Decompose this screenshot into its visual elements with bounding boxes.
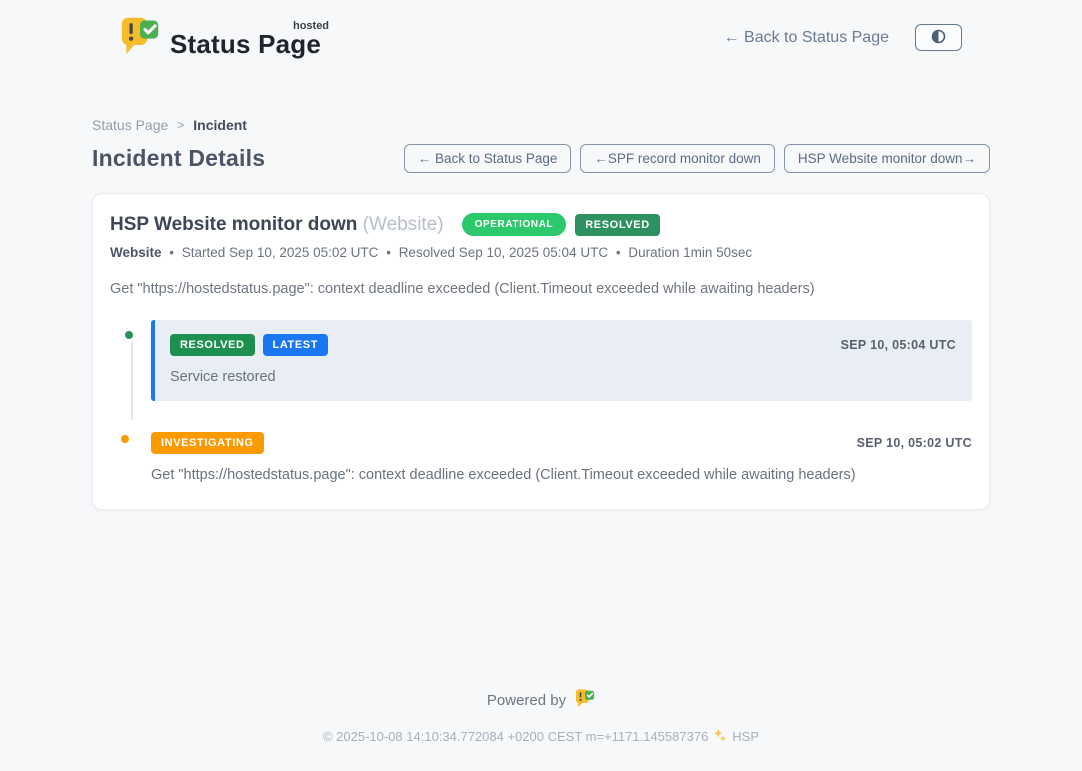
- timeline-entry-badges: INVESTIGATING: [151, 432, 264, 454]
- meta-duration: Duration 1min 50sec: [628, 245, 752, 260]
- meta-separator: •: [169, 245, 174, 260]
- timeline-entry-timestamp: SEP 10, 05:02 UTC: [857, 436, 972, 450]
- investigating-badge: INVESTIGATING: [151, 432, 264, 454]
- header: Status Page hosted ← Back to Status Page: [120, 0, 962, 60]
- latest-badge: LATEST: [263, 334, 329, 356]
- copyright-line: © 2025-10-08 14:10:34.772084 +0200 CEST …: [0, 728, 1082, 771]
- incident-description: Get "https://hostedstatus.page": context…: [110, 281, 972, 297]
- breadcrumb-status-page[interactable]: Status Page: [92, 117, 168, 133]
- meta-separator: •: [386, 245, 391, 260]
- next-incident-button[interactable]: HSP Website monitor down→: [784, 144, 990, 173]
- timeline-entry-investigating: INVESTIGATING SEP 10, 05:02 UTC Get "htt…: [151, 432, 972, 483]
- timeline-connector-line: [131, 338, 133, 420]
- app-logo[interactable]: Status Page hosted: [120, 15, 327, 60]
- header-actions: ← Back to Status Page: [724, 24, 962, 51]
- powered-by-label: Powered by: [487, 692, 566, 709]
- page-title: Incident Details: [92, 145, 265, 172]
- header-back-link[interactable]: ← Back to Status Page: [724, 29, 889, 47]
- timeline-entry-badges: RESOLVED LATEST: [170, 334, 328, 356]
- incident-component-label: (Website): [363, 214, 444, 235]
- timeline-entry-resolved: RESOLVED LATEST SEP 10, 05:04 UTC Servic…: [151, 320, 972, 401]
- incident-timeline: RESOLVED LATEST SEP 10, 05:04 UTC Servic…: [110, 320, 972, 483]
- meta-resolved: Resolved Sep 10, 2025 05:04 UTC: [399, 245, 608, 260]
- incident-card: HSP Website monitor down (Website) OPERA…: [92, 193, 990, 510]
- operational-status-badge: OPERATIONAL: [462, 213, 567, 236]
- powered-by: Powered by: [487, 688, 595, 712]
- timeline-dot-investigating: [118, 432, 132, 446]
- timeline-entry-message: Get "https://hostedstatus.page": context…: [151, 467, 972, 483]
- meta-separator: •: [616, 245, 621, 260]
- incident-nav-buttons: ← Back to Status Page ←SPF record monito…: [404, 144, 990, 173]
- incident-meta-line: Website • Started Sep 10, 2025 05:02 UTC…: [110, 245, 972, 260]
- footer: Powered by © 2025-10-08 14:10:34.772084 …: [0, 688, 1082, 771]
- incident-title: HSP Website monitor down (Website): [110, 214, 444, 236]
- contrast-half-circle-icon: [931, 29, 946, 47]
- meta-component: Website: [110, 245, 162, 260]
- back-to-status-page-button[interactable]: ← Back to Status Page: [404, 144, 572, 173]
- incident-badges: OPERATIONAL RESOLVED: [462, 213, 660, 236]
- resolved-badge: RESOLVED: [170, 334, 255, 356]
- meta-started: Started Sep 10, 2025 05:02 UTC: [182, 245, 379, 260]
- brand-name: Status Page: [170, 29, 321, 59]
- timeline-entry-head: INVESTIGATING SEP 10, 05:02 UTC: [151, 432, 972, 454]
- timeline-dot-resolved: [122, 328, 136, 342]
- brand-superscript: hosted: [293, 20, 329, 32]
- status-page-logo-icon: [120, 15, 160, 60]
- resolved-state-badge: RESOLVED: [575, 214, 660, 236]
- main-content: Status Page > Incident Incident Details …: [92, 117, 990, 510]
- timeline-entry-head: RESOLVED LATEST SEP 10, 05:04 UTC: [170, 334, 956, 356]
- prev-incident-button[interactable]: ←SPF record monitor down: [580, 144, 775, 173]
- breadcrumb: Status Page > Incident: [92, 117, 990, 133]
- title-row: Incident Details ← Back to Status Page ←…: [92, 144, 990, 173]
- breadcrumb-separator: >: [177, 118, 184, 132]
- breadcrumb-incident: Incident: [193, 117, 247, 133]
- timeline-entry-message: Service restored: [170, 369, 956, 385]
- incident-title-text: HSP Website monitor down: [110, 214, 357, 235]
- incident-title-row: HSP Website monitor down (Website) OPERA…: [110, 213, 972, 236]
- timeline-entry-timestamp: SEP 10, 05:04 UTC: [841, 338, 956, 352]
- powered-by-logo-icon[interactable]: [575, 688, 595, 712]
- theme-toggle-button[interactable]: [915, 24, 962, 51]
